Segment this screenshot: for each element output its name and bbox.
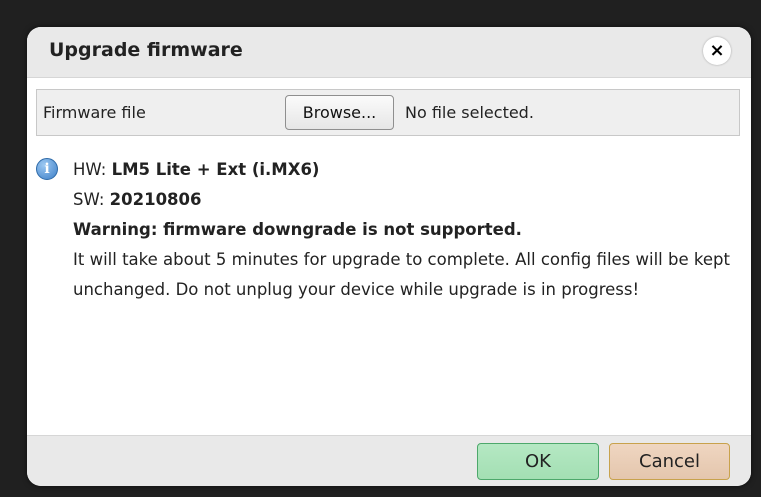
dialog-footer: OK Cancel <box>27 435 751 486</box>
firmware-info: HW: LM5 Lite + Ext (i.MX6) SW: 20210806 … <box>73 155 733 305</box>
hw-value: LM5 Lite + Ext (i.MX6) <box>111 160 320 179</box>
close-icon[interactable]: × <box>703 37 731 65</box>
info-icon: i <box>36 158 58 180</box>
ok-button[interactable]: OK <box>477 443 599 480</box>
sw-value: 20210806 <box>109 190 202 209</box>
browse-button[interactable]: Browse... <box>285 95 394 130</box>
firmware-file-label: Firmware file <box>43 103 146 122</box>
upgrade-description: It will take about 5 minutes for upgrade… <box>73 250 730 299</box>
hw-label: HW: <box>73 160 107 179</box>
downgrade-warning: Warning: firmware downgrade is not suppo… <box>73 220 522 239</box>
firmware-file-row: Firmware file Browse... No file selected… <box>36 89 740 136</box>
sw-label: SW: <box>73 190 105 209</box>
cancel-button[interactable]: Cancel <box>609 443 730 480</box>
dialog-titlebar: Upgrade firmware × <box>27 27 751 78</box>
file-status-text: No file selected. <box>405 103 534 122</box>
hw-line: HW: LM5 Lite + Ext (i.MX6) <box>73 155 733 185</box>
dialog-title: Upgrade firmware <box>49 39 243 61</box>
sw-line: SW: 20210806 <box>73 185 733 215</box>
upgrade-firmware-dialog: Upgrade firmware × Firmware file Browse.… <box>27 27 751 486</box>
